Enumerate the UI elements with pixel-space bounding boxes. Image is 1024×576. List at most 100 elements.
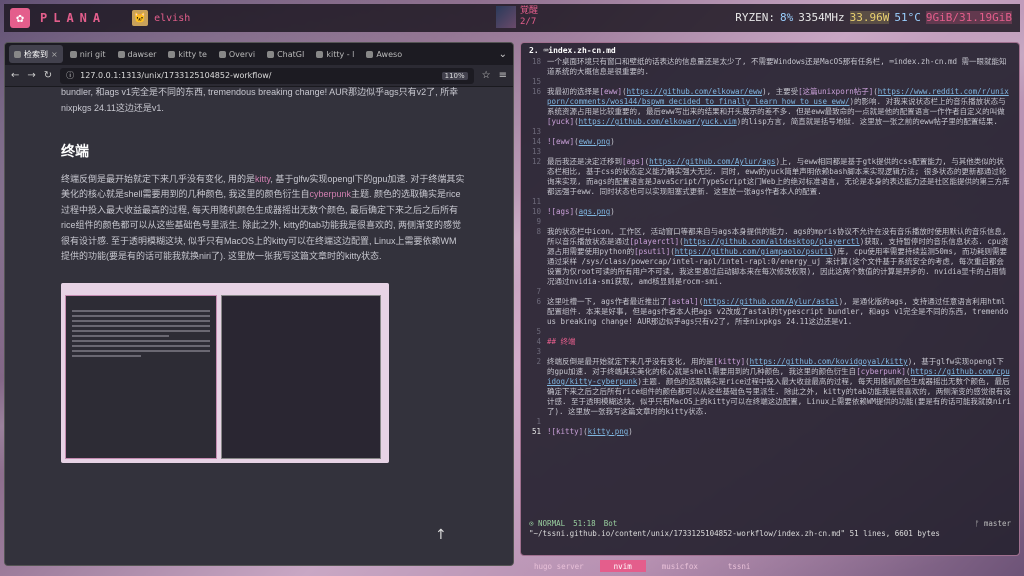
editor-line: 13 — [521, 147, 1011, 157]
forward-icon[interactable]: → — [27, 70, 35, 81]
vim-statusline: ⊙ NORMAL 51:18 Bot ᚠ master — [521, 519, 1019, 529]
tab-list-icon[interactable]: ⌄ — [499, 49, 513, 60]
line-number: 6 — [536, 297, 541, 306]
section-heading: 终端 — [61, 143, 89, 159]
line-text: 最后我还是决定迁移到[ags](https://github.com/Aylur… — [547, 157, 1010, 196]
bookmark-star-icon[interactable]: ☆ — [482, 70, 491, 81]
navigation-bar: ← → ↻ ⓘ 127.0.0.1:1313/unix/173312510485… — [5, 65, 513, 87]
line-text — [547, 217, 1011, 227]
tab-favicon-icon — [14, 50, 21, 58]
line-text — [547, 327, 1011, 337]
line-number: 18 — [531, 57, 541, 66]
tmux-window-bar: hugo server nvim musicfox tssni — [520, 560, 1020, 572]
line-text: ![ags](ags.png) — [547, 207, 615, 216]
tab-label: kitty - l — [326, 49, 355, 59]
line-number: 12 — [531, 157, 541, 166]
mini-browser-window — [65, 294, 217, 459]
tab-label: Overvi — [228, 49, 256, 59]
vim-cmdline: "~/tssni.github.io/content/unix/17331251… — [529, 529, 940, 538]
album-art — [496, 6, 516, 28]
line-number: 16 — [531, 87, 541, 96]
media-track-number: 2/7 — [520, 17, 537, 27]
line-number: 15 — [531, 77, 541, 86]
editor-line: 12 最后我还是决定迁移到[ags](https://github.com/Ayl… — [521, 157, 1011, 197]
reload-icon[interactable]: ↻ — [44, 70, 52, 81]
hamburger-menu-icon[interactable]: ≡ — [499, 70, 507, 81]
tab-favicon-icon — [267, 50, 275, 58]
mini-terminal-window — [221, 294, 381, 459]
editor-line: 6 这里吐槽一下, ags作者最近推出了[astal](https://githu… — [521, 297, 1011, 327]
terminal-window[interactable]: 2. ⌨index.zh-cn.md 18 一个桌面环境只有窗口和壁纸的话表达的信… — [520, 42, 1020, 556]
back-icon[interactable]: ← — [11, 70, 19, 81]
brand-label: PLANA — [40, 11, 107, 25]
editor-line: 5 — [521, 327, 1011, 337]
scroll-to-top-icon[interactable]: ↑ — [435, 527, 447, 543]
cpu-label: RYZEN: — [735, 11, 776, 24]
editor-line: 4 ## 终端 — [521, 337, 1011, 347]
line-number: 51 — [531, 427, 541, 436]
browser-tab[interactable]: ChatGI — [262, 45, 309, 63]
editor-line: 9 — [521, 217, 1011, 227]
browser-tab[interactable]: kitty - l — [311, 45, 359, 63]
browser-tab[interactable]: dawser — [113, 45, 162, 63]
user-avatar-icon: 🐱 — [132, 10, 149, 26]
line-text: 这里吐槽一下, ags作者最近推出了[astal](https://github… — [547, 297, 1009, 326]
line-number: 10 — [531, 207, 541, 216]
cursor-position: 51:18 — [573, 519, 596, 528]
url-text: 127.0.0.1:1313/unix/1733125104852-workfl… — [80, 71, 272, 80]
browser-tab[interactable]: niri git — [65, 45, 111, 63]
line-number: 4 — [536, 337, 541, 346]
media-player-widget[interactable]: 覚醒 2/7 — [496, 6, 538, 28]
cpu-frequency: 3354MHz — [798, 11, 845, 24]
page-info-icon[interactable]: ⓘ — [66, 70, 74, 81]
kitty-link[interactable]: kitty — [255, 174, 270, 184]
editor-line: 8 我的状态栏中icon, 工作区, 活动窗口等都来自与ags本身提供的能力. a… — [521, 227, 1011, 287]
editor-line: 11 — [521, 197, 1011, 207]
paragraph: bundler, 和ags v1完全是不同的东西, tremendous bre… — [61, 87, 459, 113]
browser-tab[interactable]: Aweso — [361, 45, 407, 63]
line-text — [547, 197, 1011, 207]
tab-label: ChatGI — [277, 49, 305, 59]
line-text: ## 终端 — [547, 337, 576, 346]
tmux-window-tssni[interactable]: tssni — [714, 560, 765, 572]
line-number: 7 — [536, 287, 541, 296]
tab-favicon-icon — [69, 50, 77, 58]
zoom-level[interactable]: 110% — [441, 71, 468, 80]
editor-buffer[interactable]: 18 一个桌面环境只有窗口和壁纸的话表达的信息量还是太少了, 不需要Windows… — [521, 57, 1011, 437]
line-text — [547, 77, 1011, 87]
browser-window: 检索到 × niri git dawser kitty te Overvi ChatGI ki… — [4, 42, 514, 566]
line-number: 1 — [536, 417, 541, 426]
line-number: 13 — [531, 127, 541, 136]
cpu-usage: 8% — [780, 11, 794, 24]
tmux-window-hugo-server[interactable]: hugo server — [520, 560, 598, 572]
editor-line: 10 ![ags](ags.png) — [521, 207, 1011, 217]
top-status-bar: ✿ PLANA 🐱 elvish 覚醒 2/7 RYZEN: 8% 3354MH… — [4, 4, 1020, 32]
url-bar[interactable]: ⓘ 127.0.0.1:1313/unix/1733125104852-work… — [60, 67, 474, 84]
line-number: 11 — [531, 197, 541, 206]
vim-mode: ⊙ NORMAL — [529, 519, 566, 528]
line-text — [547, 417, 1011, 427]
memory-usage: 9GiB/31.19GiB — [925, 11, 1012, 24]
browser-tab[interactable]: kitty te — [163, 45, 211, 63]
tmux-window-musicfox[interactable]: musicfox — [648, 560, 712, 572]
editor-line: 1 — [521, 417, 1011, 427]
tab-close-icon[interactable]: × — [51, 50, 58, 59]
editor-line: 18 一个桌面环境只有窗口和壁纸的话表达的信息量还是太少了, 不需要Windows… — [521, 57, 1011, 77]
editor-line: 13 — [521, 127, 1011, 137]
browser-tab[interactable]: 检索到 × — [9, 45, 63, 63]
line-number: 9 — [536, 217, 541, 226]
editor-line: 14 ![eww](eww.png) — [521, 137, 1011, 147]
tab-favicon-icon — [117, 50, 125, 58]
editor-line: 3 — [521, 347, 1011, 357]
browser-tab[interactable]: Overvi — [214, 45, 260, 63]
tab-label: Aweso — [376, 49, 403, 59]
tmux-window-nvim[interactable]: nvim — [599, 560, 646, 572]
cpu-temperature: 51°C — [894, 11, 921, 24]
cyberpunk-link[interactable]: cyberpunk — [310, 189, 352, 199]
tab-favicon-icon — [366, 50, 374, 58]
tab-label: dawser — [127, 49, 157, 59]
paragraph: 终端反倒是最开始就定下来几乎没有变化, 用的是kitty, 基于glfw实现op… — [61, 173, 465, 262]
line-number: 13 — [531, 147, 541, 156]
user-name: elvish — [154, 12, 191, 24]
launcher-logo-icon[interactable]: ✿ — [10, 8, 30, 28]
